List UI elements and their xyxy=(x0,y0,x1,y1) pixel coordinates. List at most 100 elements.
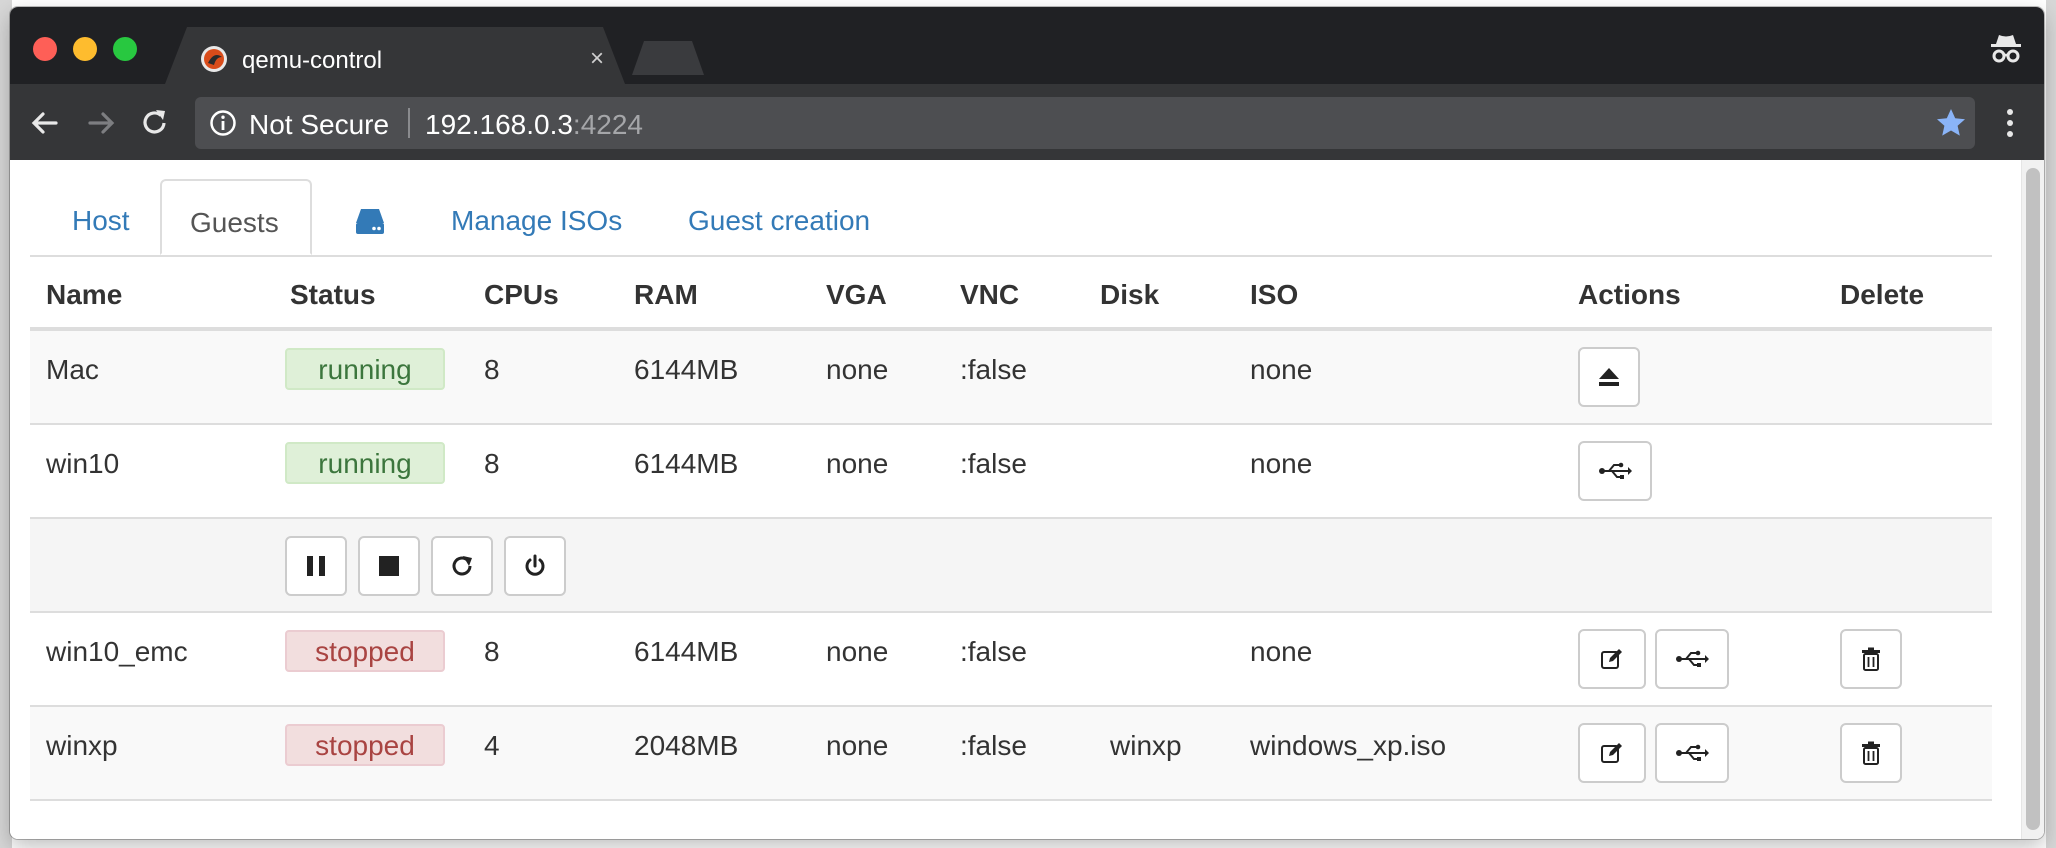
stop-icon xyxy=(379,556,399,576)
guest-ram: 6144MB xyxy=(634,448,739,479)
guest-name: win10_emc xyxy=(46,636,188,667)
edit-button[interactable] xyxy=(1578,629,1646,689)
browser-window: qemu-control × Not Secure 192.168.0.3:42… xyxy=(10,7,2044,839)
table-row: winxp stopped 4 2048MB none :false winxp… xyxy=(30,707,1992,801)
guest-vga: none xyxy=(826,354,889,385)
maximize-window-button[interactable] xyxy=(113,37,137,61)
stop-button[interactable] xyxy=(358,536,420,596)
browser-tab-qemu-control[interactable]: qemu-control × xyxy=(165,27,625,84)
usb-button[interactable] xyxy=(1578,441,1652,501)
power-button[interactable] xyxy=(504,536,566,596)
table-row: win10 running 8 6144MB none :false none xyxy=(30,425,1992,519)
guest-iso: windows_xp.iso xyxy=(1250,730,1447,761)
scrollbar-thumb[interactable] xyxy=(2026,168,2040,830)
security-label: Not Secure xyxy=(249,109,390,140)
usb-icon xyxy=(1676,650,1709,667)
guest-control-row xyxy=(30,519,1992,613)
table-header: Name Status CPUs RAM VGA VNC Disk ISO Ac… xyxy=(30,257,1992,331)
guest-vga: none xyxy=(826,636,889,667)
tab-manage-isos[interactable]: Manage ISOs xyxy=(451,179,622,255)
header-cpus: CPUs xyxy=(484,279,559,310)
delete-button[interactable] xyxy=(1840,723,1902,783)
url-host: 192.168.0.3 xyxy=(425,109,573,140)
guest-vnc: :false xyxy=(960,354,1027,385)
pause-button[interactable] xyxy=(285,536,347,596)
address-separator xyxy=(408,108,410,138)
trash-icon xyxy=(1862,741,1880,765)
guest-ram: 2048MB xyxy=(634,730,739,761)
tab-guests[interactable]: Guests xyxy=(160,179,312,255)
restart-icon xyxy=(452,556,472,576)
qemu-favicon-icon xyxy=(201,46,227,72)
tab-title: qemu-control xyxy=(242,47,383,74)
usb-icon xyxy=(1599,462,1632,479)
guest-vga: none xyxy=(826,448,889,479)
guest-disk: winxp xyxy=(1110,730,1182,761)
power-icon xyxy=(525,554,545,576)
edit-icon xyxy=(1601,743,1622,763)
status-badge: stopped xyxy=(285,724,445,766)
table-row: Mac running 8 6144MB none :false none xyxy=(30,331,1992,425)
tab-guest-creation[interactable]: Guest creation xyxy=(688,179,870,255)
header-status: Status xyxy=(290,279,376,310)
url-port: :4224 xyxy=(572,109,643,140)
header-delete: Delete xyxy=(1840,279,1925,310)
guest-iso: none xyxy=(1250,636,1313,667)
guest-cpus: 8 xyxy=(484,636,500,667)
reload-icon[interactable] xyxy=(138,106,172,140)
guest-iso: none xyxy=(1250,448,1313,479)
restart-button[interactable] xyxy=(431,536,493,596)
incognito-icon xyxy=(1991,35,2021,63)
guest-iso: none xyxy=(1250,354,1313,385)
guest-vnc: :false xyxy=(960,448,1027,479)
header-ram: RAM xyxy=(634,279,698,310)
guest-vnc: :false xyxy=(960,636,1027,667)
bookmark-star-icon[interactable] xyxy=(1935,107,1967,139)
guest-ram: 6144MB xyxy=(634,636,739,667)
guest-name: winxp xyxy=(46,730,118,761)
address-url: 192.168.0.3:4224 xyxy=(425,109,643,141)
guest-cpus: 4 xyxy=(484,730,500,761)
menu-dots-icon[interactable] xyxy=(2000,106,2020,140)
tab-close-icon[interactable]: × xyxy=(590,45,604,73)
tab-host[interactable]: Host xyxy=(72,179,130,255)
header-name: Name xyxy=(46,279,123,310)
status-badge: stopped xyxy=(285,630,445,672)
usb-button[interactable] xyxy=(1655,723,1729,783)
back-arrow-icon[interactable] xyxy=(28,106,62,140)
new-tab-button[interactable] xyxy=(632,41,704,75)
guest-cpus: 8 xyxy=(484,448,500,479)
guest-name: win10 xyxy=(46,448,120,479)
header-disk: Disk xyxy=(1100,279,1160,310)
table-row: win10_emc stopped 8 6144MB none :false n… xyxy=(30,613,1992,707)
eject-button[interactable] xyxy=(1578,347,1640,407)
minimize-window-button[interactable] xyxy=(73,37,97,61)
eject-icon xyxy=(1599,368,1619,386)
edit-icon xyxy=(1601,649,1622,669)
header-vnc: VNC xyxy=(960,279,1020,310)
browser-titlebar: qemu-control × xyxy=(10,7,2044,84)
page-scrollbar[interactable] xyxy=(2021,160,2044,839)
pause-icon xyxy=(307,556,325,576)
info-icon[interactable] xyxy=(209,109,237,137)
browser-toolbar: Not Secure 192.168.0.3:4224 xyxy=(10,84,2044,160)
edit-button[interactable] xyxy=(1578,723,1646,783)
header-iso: ISO xyxy=(1250,279,1299,310)
address-bar[interactable]: Not Secure 192.168.0.3:4224 xyxy=(195,97,1975,149)
delete-button[interactable] xyxy=(1840,629,1902,689)
nav-tabs: Host Guests Manage ISOs Guest creation xyxy=(30,179,1992,257)
guest-vga: none xyxy=(826,730,889,761)
guest-name: Mac xyxy=(46,354,99,385)
guest-ram: 6144MB xyxy=(634,354,739,385)
trash-icon xyxy=(1862,647,1880,671)
forward-arrow-icon[interactable] xyxy=(84,106,118,140)
header-vga: VGA xyxy=(826,279,887,310)
guest-vnc: :false xyxy=(960,730,1027,761)
close-window-button[interactable] xyxy=(33,37,57,61)
hdd-icon[interactable] xyxy=(354,206,386,236)
usb-button[interactable] xyxy=(1655,629,1729,689)
page-edge-right xyxy=(2046,0,2056,848)
page-content: Host Guests Manage ISOs Guest creation N… xyxy=(10,160,2044,839)
guest-cpus: 8 xyxy=(484,354,500,385)
status-badge: running xyxy=(285,442,445,484)
